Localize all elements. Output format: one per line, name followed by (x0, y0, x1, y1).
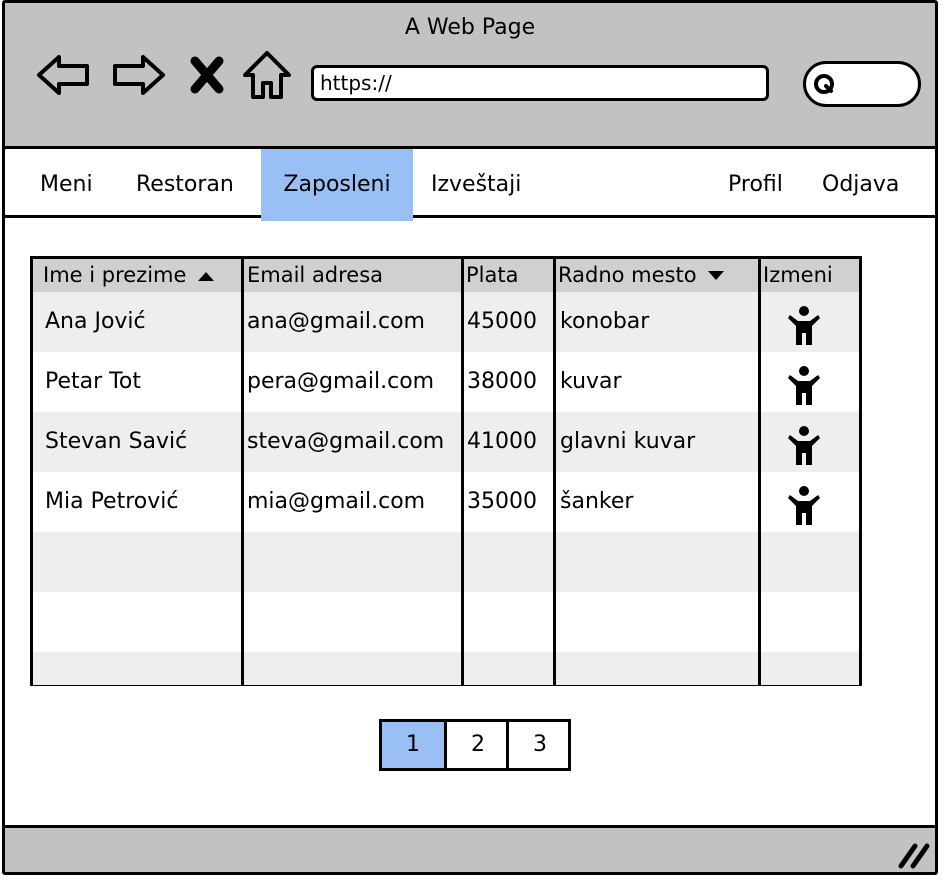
table-row: Petar Tot pera@gmail.com 38000 kuvar (33, 352, 859, 412)
person-icon[interactable] (787, 485, 821, 525)
browser-titlebar: A Web Page (5, 3, 935, 146)
menu-item-odjava[interactable]: Odjava (822, 149, 899, 221)
cell-position: konobar (560, 309, 650, 334)
url-input[interactable] (320, 68, 750, 98)
cell-email: mia@gmail.com (247, 489, 426, 514)
table-header: Ime i prezime Email adresa Plata Radno m… (33, 259, 859, 292)
page-button-3[interactable]: 3 (509, 722, 571, 768)
cell-salary: 35000 (467, 489, 537, 514)
person-icon[interactable] (787, 305, 821, 345)
cell-salary: 38000 (467, 369, 537, 394)
table-row-empty (33, 592, 859, 652)
pagination: 1 2 3 (379, 719, 571, 771)
cell-name: Mia Petrović (45, 489, 179, 514)
column-header-edit: Izmeni (763, 263, 833, 287)
column-divider (241, 259, 244, 685)
column-divider (758, 259, 761, 685)
resize-handle-icon[interactable] (897, 840, 931, 870)
main-menu: Meni Restoran Zaposleni Izveštaji Profil… (5, 146, 935, 221)
back-arrow-icon[interactable] (33, 45, 93, 105)
table-row: Mia Petrović mia@gmail.com 35000 šanker (33, 472, 859, 532)
sort-ascending-icon (198, 272, 215, 281)
forward-arrow-icon[interactable] (109, 45, 169, 105)
column-divider (461, 259, 464, 685)
browser-window: A Web Page Meni Restoran Zaposleni Izveš… (2, 0, 938, 875)
cell-salary: 41000 (467, 429, 537, 454)
page-button-2[interactable]: 2 (447, 722, 509, 768)
table-row: Ana Jović ana@gmail.com 45000 konobar (33, 292, 859, 352)
menu-item-profil[interactable]: Profil (728, 149, 783, 221)
window-title: A Web Page (404, 15, 536, 40)
employees-table: Ime i prezime Email adresa Plata Radno m… (30, 256, 862, 686)
column-header-email[interactable]: Email adresa (247, 259, 383, 292)
sort-descending-icon (708, 271, 725, 280)
menu-item-restoran[interactable]: Restoran (136, 149, 234, 221)
search-icon (814, 74, 834, 94)
table-row-empty (33, 532, 859, 592)
menu-item-meni[interactable]: Meni (40, 149, 93, 221)
column-header-salary[interactable]: Plata (466, 259, 518, 292)
cell-email: pera@gmail.com (247, 369, 435, 394)
close-x-icon[interactable] (183, 45, 231, 105)
person-icon[interactable] (787, 365, 821, 405)
column-divider (553, 259, 556, 685)
cell-position: glavni kuvar (560, 429, 696, 454)
cell-position: kuvar (560, 369, 622, 394)
menu-item-izvestaji[interactable]: Izveštaji (431, 149, 521, 221)
column-header-position[interactable]: Radno mesto (558, 259, 725, 292)
page-button-1[interactable]: 1 (382, 722, 444, 768)
cell-position: šanker (560, 489, 634, 514)
cell-name: Ana Jović (45, 309, 146, 334)
person-icon[interactable] (787, 425, 821, 465)
cell-name: Petar Tot (45, 369, 141, 394)
cell-salary: 45000 (467, 309, 537, 334)
table-row: Stevan Savić steva@gmail.com 41000 glavn… (33, 412, 859, 472)
url-bar[interactable] (311, 65, 769, 101)
menu-item-zaposleni[interactable]: Zaposleni (261, 149, 413, 221)
table-row-empty (33, 652, 859, 685)
cell-email: steva@gmail.com (247, 429, 445, 454)
browser-statusbar (5, 825, 935, 872)
cell-name: Stevan Savić (45, 429, 188, 454)
cell-email: ana@gmail.com (247, 309, 425, 334)
browser-search-box[interactable] (803, 61, 921, 107)
home-icon[interactable] (237, 45, 297, 105)
column-header-name[interactable]: Ime i prezime (43, 259, 215, 292)
